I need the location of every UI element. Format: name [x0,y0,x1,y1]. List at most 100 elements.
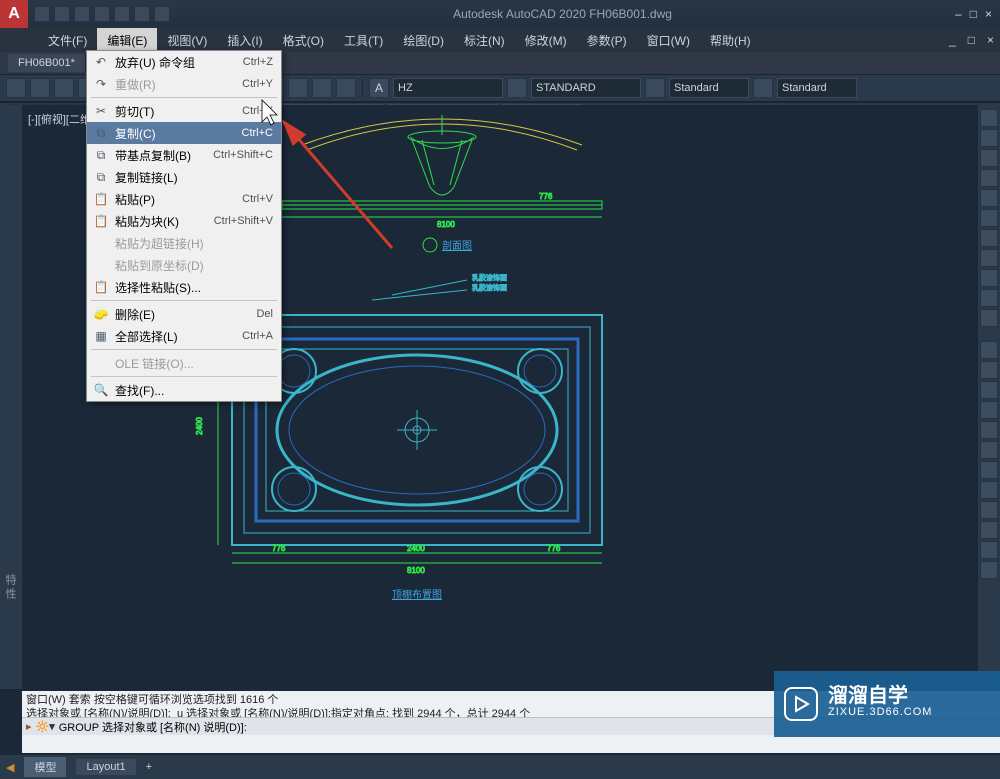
dim-plan-seg2: 2400 [407,544,425,553]
rectangle-tool-icon[interactable] [980,189,998,207]
inner-minimize-icon[interactable]: _ [943,31,962,49]
menu-item-label: 带基点复制(B) [111,147,213,164]
text-tool-icon[interactable] [980,309,998,327]
inner-close-icon[interactable]: × [981,31,1000,49]
menu-dimension[interactable]: 标注(N) [454,28,515,53]
menu-item-icon: ↶ [91,54,111,70]
dim-plan-seg1: 776 [272,544,286,553]
maximize-icon[interactable]: □ [970,7,977,21]
menu-item-label: 查找(F)... [111,382,273,399]
menu-item-icon: ✂ [91,103,111,119]
qat-new-icon[interactable] [34,6,50,22]
open-icon[interactable] [30,78,50,98]
menu-help[interactable]: 帮助(H) [700,28,761,53]
polyline-tool-icon[interactable] [980,129,998,147]
ellipse-tool-icon[interactable] [980,209,998,227]
watermark-site: ZIXUE.3D66.COM [828,704,932,720]
inner-restore-icon[interactable]: □ [962,31,981,49]
qat-save-icon[interactable] [74,6,90,22]
save-icon[interactable] [54,78,74,98]
qat-print-icon[interactable] [114,6,130,22]
menu-item-label: 粘贴到原坐标(D) [111,257,273,274]
tablestyle-icon[interactable] [645,78,665,98]
copy-tool-icon[interactable] [980,361,998,379]
menu-item-icon: 📋 [91,279,111,295]
point-tool-icon[interactable] [980,269,998,287]
layout1-tab[interactable]: Layout1 [76,759,135,775]
textstyle-icon[interactable]: A [369,78,389,98]
edit-menu-item-7[interactable]: 📋粘贴(P)Ctrl+V [87,188,281,210]
sheetset-icon[interactable] [288,78,308,98]
properties-palette-label[interactable]: 特 性 [2,574,18,599]
offset-tool-icon[interactable] [980,521,998,539]
menu-modify[interactable]: 修改(M) [515,28,577,53]
qat-saveas-icon[interactable] [94,6,110,22]
array-tool-icon[interactable] [980,501,998,519]
new-icon[interactable] [6,78,26,98]
app-logo[interactable]: A [0,0,28,28]
menu-item-label: OLE 链接(O)... [111,355,273,372]
qat-redo-icon[interactable] [154,6,170,22]
edit-menu-item-14[interactable]: ▦全部选择(L)Ctrl+A [87,325,281,347]
minimize-icon[interactable]: – [955,7,962,21]
move-tool-icon[interactable] [980,341,998,359]
menu-item-shortcut: Ctrl+Y [242,78,273,90]
explode-tool-icon[interactable] [980,561,998,579]
circle-tool-icon[interactable] [980,149,998,167]
menu-parametric[interactable]: 参数(P) [577,28,637,53]
qat-open-icon[interactable] [54,6,70,22]
edit-menu-item-6[interactable]: ⧉复制链接(L) [87,166,281,188]
menu-item-label: 粘贴为块(K) [111,213,214,230]
edit-menu-item-18[interactable]: 🔍查找(F)... [87,379,281,401]
std3-select[interactable]: Standard [777,78,857,98]
spline-tool-icon[interactable] [980,249,998,267]
menu-format[interactable]: 格式(O) [273,28,334,53]
erase-tool-icon[interactable] [980,541,998,559]
qat-undo-icon[interactable] [134,6,150,22]
edit-menu-item-8[interactable]: 📋粘贴为块(K)Ctrl+Shift+V [87,210,281,232]
scale-tool-icon[interactable] [980,421,998,439]
fillet-tool-icon[interactable] [980,481,998,499]
menu-item-label: 选择性粘贴(S)... [111,279,273,296]
close-icon[interactable]: × [985,7,992,21]
add-layout-icon[interactable]: + [146,761,152,773]
dimstyle-select[interactable]: STANDARD [531,78,641,98]
menu-insert[interactable]: 插入(I) [217,28,272,53]
tablestyle-select[interactable]: Standard [669,78,749,98]
edit-menu-item-5[interactable]: ⧉带基点复制(B)Ctrl+Shift+C [87,144,281,166]
menu-item-label: 复制链接(L) [111,169,273,186]
note-text-2: 乳胶漆饰面 [472,283,507,292]
rotate-tool-icon[interactable] [980,381,998,399]
menu-item-shortcut: Ctrl+X [242,105,273,117]
region-tool-icon[interactable] [980,289,998,307]
line-tool-icon[interactable] [980,109,998,127]
menu-tools[interactable]: 工具(T) [334,28,393,53]
menu-view[interactable]: 视图(V) [157,28,217,53]
dimstyle-icon[interactable] [507,78,527,98]
menu-draw[interactable]: 绘图(D) [393,28,454,53]
menu-edit[interactable]: 编辑(E) [97,28,157,53]
menu-item-shortcut: Ctrl+A [242,330,273,342]
menu-file[interactable]: 文件(F) [38,28,97,53]
extend-tool-icon[interactable] [980,461,998,479]
textstyle-select[interactable]: HZ [393,78,503,98]
hatch-tool-icon[interactable] [980,229,998,247]
menu-window[interactable]: 窗口(W) [637,28,700,53]
layout-grip-icon[interactable]: ◀ [6,761,14,774]
model-tab[interactable]: 模型 [24,757,66,777]
edit-menu-item-4[interactable]: ⧉复制(C)Ctrl+C [87,122,281,144]
markup-icon[interactable] [312,78,332,98]
document-tab[interactable]: FH06B001* [8,54,86,72]
arc-tool-icon[interactable] [980,169,998,187]
menu-item-icon: 📋 [91,191,111,207]
edit-menu-item-13[interactable]: 🧽删除(E)Del [87,303,281,325]
menu-bar: 文件(F) 编辑(E) 视图(V) 插入(I) 格式(O) 工具(T) 绘图(D… [0,28,1000,52]
status-bar: ◀ 模型 Layout1 + [0,755,1000,779]
calculator-icon[interactable] [336,78,356,98]
edit-menu-item-11[interactable]: 📋选择性粘贴(S)... [87,276,281,298]
mleaderstyle-icon[interactable] [753,78,773,98]
trim-tool-icon[interactable] [980,441,998,459]
mirror-tool-icon[interactable] [980,401,998,419]
edit-menu-item-0[interactable]: ↶放弃(U) 命令组Ctrl+Z [87,51,281,73]
edit-menu-item-3[interactable]: ✂剪切(T)Ctrl+X [87,100,281,122]
